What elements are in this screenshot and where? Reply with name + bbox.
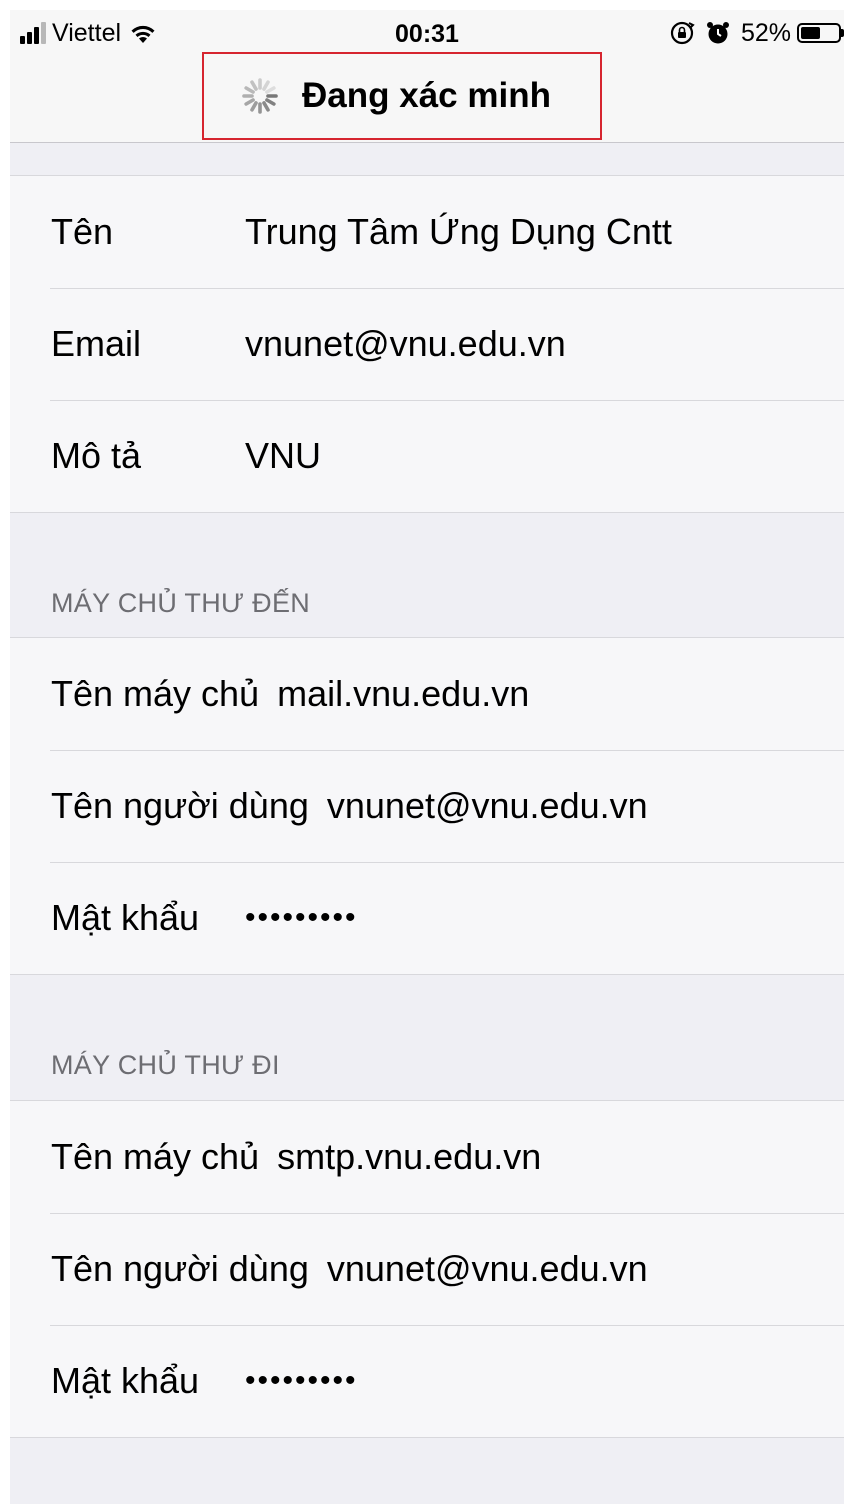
email-value[interactable]: vnunet@vnu.edu.vn bbox=[245, 323, 566, 365]
outgoing-password-field[interactable]: ••••••••• bbox=[245, 1364, 358, 1398]
incoming-section-header: MÁY CHỦ THƯ ĐẾN bbox=[51, 588, 311, 618]
incoming-hostname-value[interactable]: mail.vnu.edu.vn bbox=[277, 673, 529, 714]
incoming-username-label: Tên người dùng bbox=[51, 785, 309, 826]
email-label: Email bbox=[51, 323, 142, 364]
status-bar: Viettel 00:31 52% bbox=[10, 10, 844, 56]
description-label: Mô tả bbox=[51, 435, 142, 476]
email-row[interactable]: Email vnunet@vnu.edu.vn bbox=[10, 288, 844, 400]
spinner-spoke bbox=[262, 101, 270, 112]
orientation-lock-icon bbox=[670, 21, 695, 45]
incoming-password-field[interactable]: ••••••••• bbox=[245, 901, 358, 935]
outgoing-password-label: Mật khẩu bbox=[51, 1360, 200, 1401]
description-value[interactable]: VNU bbox=[245, 435, 321, 477]
account-group: Tên Trung Tâm Ứng Dụng Cntt Email vnunet… bbox=[10, 175, 844, 513]
spinner-spoke bbox=[250, 80, 258, 91]
spinner-spoke bbox=[244, 86, 255, 94]
outgoing-section-header: MÁY CHỦ THƯ ĐI bbox=[51, 1050, 280, 1080]
incoming-password-row[interactable]: Mật khẩu ••••••••• bbox=[10, 862, 844, 974]
outgoing-hostname-value[interactable]: smtp.vnu.edu.vn bbox=[277, 1136, 541, 1177]
screen: Viettel 00:31 52% Đang xác minh Tên Trun… bbox=[10, 10, 844, 1504]
status-right: 52% bbox=[669, 19, 844, 47]
incoming-username-value[interactable]: vnunet@vnu.edu.vn bbox=[327, 785, 648, 826]
battery-fill bbox=[801, 27, 820, 39]
description-row[interactable]: Mô tả VNU bbox=[10, 400, 844, 512]
spinner-spoke bbox=[265, 98, 276, 106]
outgoing-group: Tên máy chủ smtp.vnu.edu.vn Tên người dùn… bbox=[10, 1100, 844, 1438]
battery-icon bbox=[797, 23, 841, 43]
outgoing-hostname-row[interactable]: Tên máy chủ smtp.vnu.edu.vn bbox=[10, 1101, 844, 1213]
incoming-hostname-row[interactable]: Tên máy chủ mail.vnu.edu.vn bbox=[10, 638, 844, 750]
spinner-icon bbox=[242, 78, 278, 114]
outgoing-username-label: Tên người dùng bbox=[51, 1248, 309, 1289]
outgoing-username-value[interactable]: vnunet@vnu.edu.vn bbox=[327, 1248, 648, 1289]
outgoing-password-row[interactable]: Mật khẩu ••••••••• bbox=[10, 1325, 844, 1437]
spinner-spoke bbox=[265, 86, 276, 94]
incoming-hostname-label: Tên máy chủ bbox=[51, 673, 260, 714]
nav-title-area: Đang xác minh bbox=[240, 76, 551, 116]
incoming-group: Tên máy chủ mail.vnu.edu.vn Tên người dùn… bbox=[10, 637, 844, 975]
spinner-spoke bbox=[250, 101, 258, 112]
page-title: Đang xác minh bbox=[302, 76, 551, 115]
name-label: Tên bbox=[51, 211, 114, 252]
battery-percent: 52% bbox=[740, 18, 791, 47]
incoming-password-label: Mật khẩu bbox=[51, 897, 200, 938]
outgoing-username-row[interactable]: Tên người dùng vnunet@vnu.edu.vn bbox=[10, 1213, 844, 1325]
outgoing-hostname-label: Tên máy chủ bbox=[51, 1136, 260, 1177]
alarm-icon bbox=[706, 22, 729, 44]
incoming-username-row[interactable]: Tên người dùng vnunet@vnu.edu.vn bbox=[10, 750, 844, 862]
name-value[interactable]: Trung Tâm Ứng Dụng Cntt bbox=[245, 211, 672, 253]
spinner-spoke bbox=[262, 80, 270, 91]
name-row[interactable]: Tên Trung Tâm Ứng Dụng Cntt bbox=[10, 176, 844, 288]
spinner-spoke bbox=[244, 98, 255, 106]
